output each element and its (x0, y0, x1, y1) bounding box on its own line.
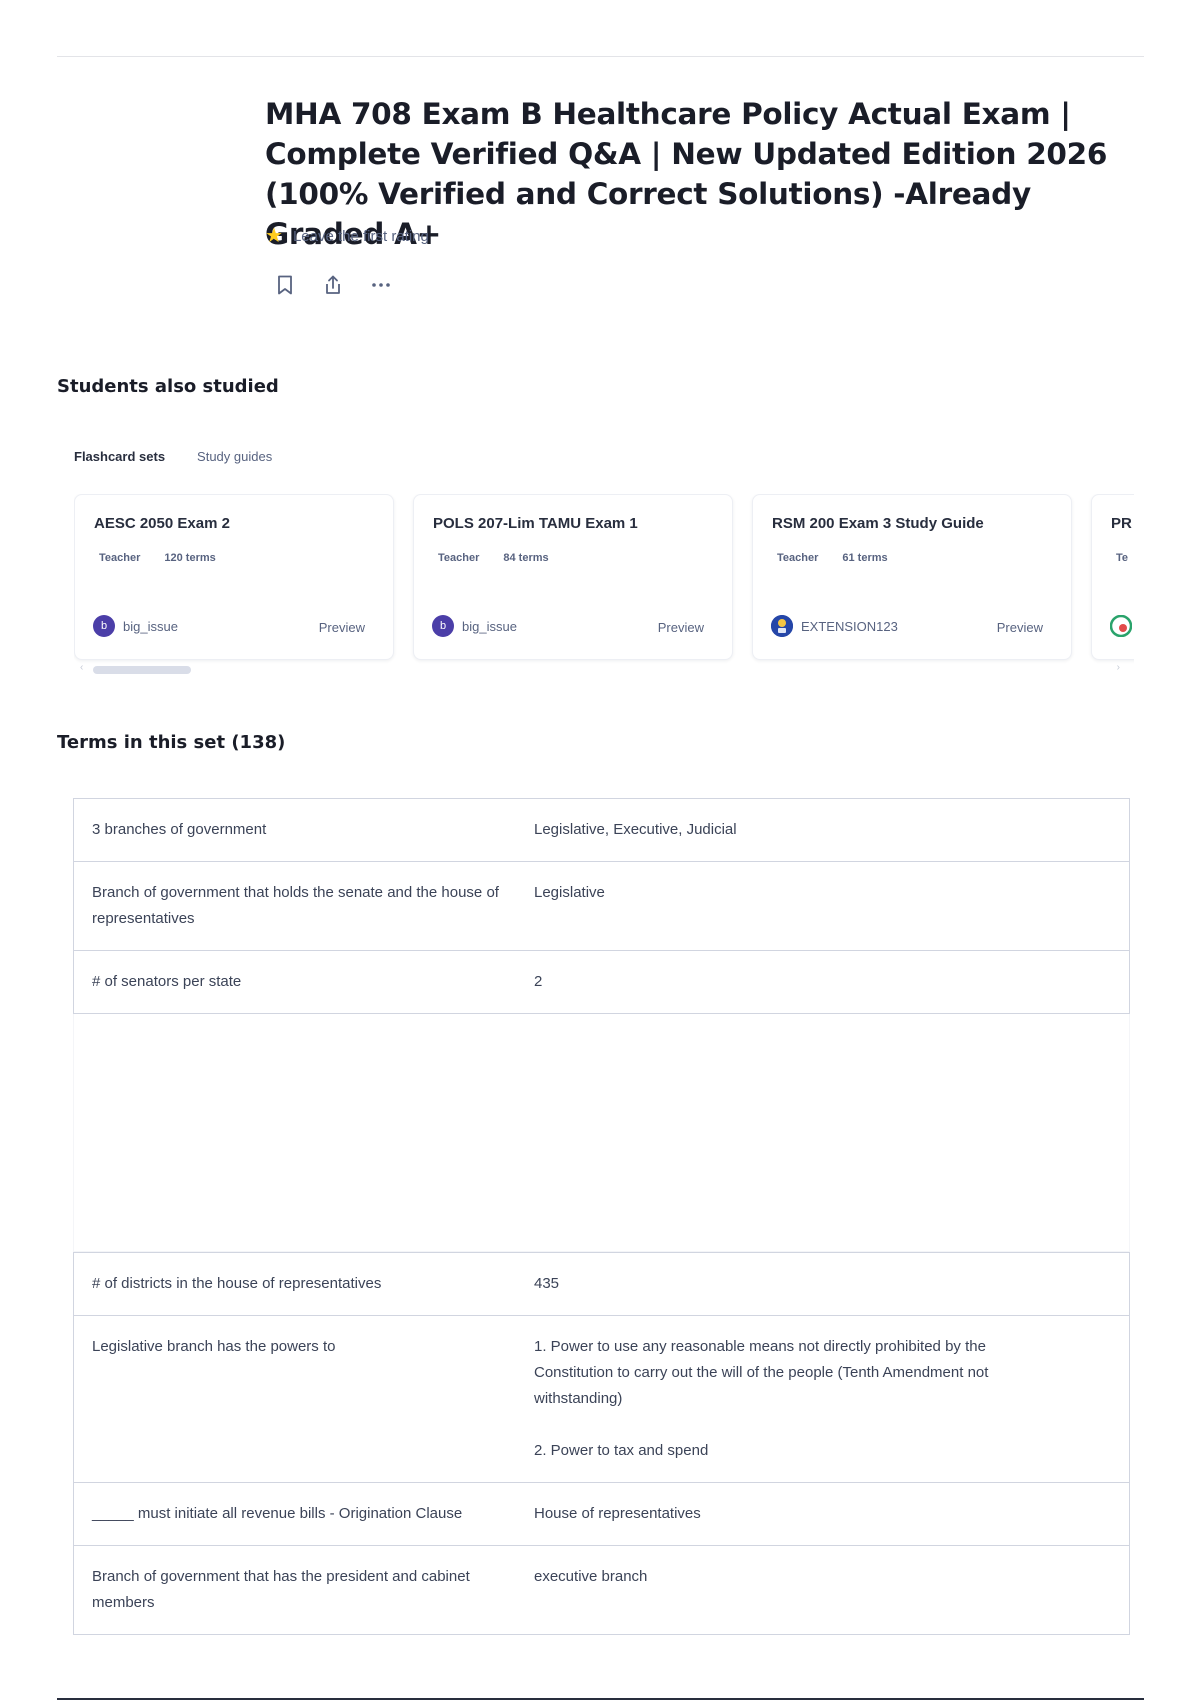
save-button[interactable] (272, 272, 298, 298)
term-row: _____ must initiate all revenue bills - … (73, 1483, 1130, 1546)
card-term-count: 84 terms (503, 552, 549, 564)
related-set-card[interactable]: POLS 207-Lim TAMU Exam 1 Teacher 84 term… (413, 494, 733, 660)
set-actions (272, 272, 394, 298)
card-title: POLS 207-Lim TAMU Exam 1 (433, 515, 638, 532)
card-author: b big_issue (432, 615, 517, 637)
definition-text: 2 (534, 973, 543, 990)
definition-text: executive branch (534, 1568, 648, 1585)
terms-list: 3 branches of government Legislative, Ex… (73, 798, 1130, 1635)
card-meta: Teacher 84 terms (438, 552, 549, 564)
author-name: EXTENSION123 (801, 618, 898, 634)
terms-heading: Terms in this set (138) (57, 732, 286, 753)
chevron-right-icon[interactable]: › (1117, 662, 1120, 673)
card-meta: Teacher 61 terms (777, 552, 888, 564)
term-text: 3 branches of government (92, 821, 267, 838)
term-text: Legislative branch has the powers to (92, 1338, 336, 1355)
more-icon (372, 283, 390, 287)
card-title: AESC 2050 Exam 2 (94, 515, 230, 532)
top-divider (57, 56, 1144, 57)
chevron-left-icon[interactable]: ‹ (80, 662, 83, 673)
avatar: b (93, 615, 115, 637)
definition-text: 1. Power to use any reasonable means not… (534, 1338, 989, 1459)
tab-flashcard-sets[interactable]: Flashcard sets (74, 449, 165, 464)
avatar-emblem-icon (771, 615, 793, 637)
carousel-scrollbar[interactable]: ‹ › (80, 662, 1120, 674)
more-options-button[interactable] (368, 272, 394, 298)
students-also-studied-heading: Students also studied (57, 376, 279, 397)
tab-study-guides[interactable]: Study guides (197, 449, 272, 464)
term-row: 3 branches of government Legislative, Ex… (73, 798, 1130, 862)
preview-button[interactable]: Preview (319, 620, 365, 635)
card-role: Teacher (438, 552, 480, 564)
bookmark-icon (278, 275, 292, 295)
scrollbar-thumb[interactable] (93, 666, 191, 674)
card-meta: Teacher 120 terms (99, 552, 216, 564)
card-title: PR (1111, 515, 1132, 532)
term-text: Branch of government that has the presid… (92, 1568, 470, 1611)
ad-placeholder (73, 1014, 1130, 1252)
avatar-emblem-icon (1110, 615, 1132, 637)
related-set-card[interactable]: AESC 2050 Exam 2 Teacher 120 terms b big… (74, 494, 394, 660)
rating-text[interactable]: Leave the first rating (293, 228, 429, 245)
avatar: b (432, 615, 454, 637)
star-icon: ★ (265, 225, 283, 247)
study-tabs: Flashcard sets Study guides (74, 449, 272, 464)
term-text: Branch of government that holds the sena… (92, 884, 499, 927)
definition-text: 435 (534, 1275, 560, 1292)
card-author: EXTENSION123 (771, 615, 898, 637)
term-text: # of districts in the house of represent… (92, 1275, 382, 1292)
share-icon (326, 275, 340, 294)
card-author: b big_issue (93, 615, 178, 637)
preview-button[interactable]: Preview (997, 620, 1043, 635)
card-author (1110, 615, 1132, 637)
card-meta: Te (1116, 552, 1128, 564)
term-row: # of senators per state 2 (73, 951, 1130, 1014)
preview-button[interactable]: Preview (658, 620, 704, 635)
term-row: Legislative branch has the powers to 1. … (73, 1316, 1130, 1483)
card-role: Te (1116, 552, 1129, 564)
definition-text: Legislative (534, 884, 605, 901)
term-text: # of senators per state (92, 973, 242, 990)
term-row: Branch of government that has the presid… (73, 1546, 1130, 1635)
card-role: Teacher (99, 552, 141, 564)
avatar (771, 615, 793, 637)
definition-text: House of representatives (534, 1505, 701, 1522)
definition-text: Legislative, Executive, Judicial (534, 821, 737, 838)
card-term-count: 120 terms (164, 552, 216, 564)
share-button[interactable] (320, 272, 346, 298)
card-term-count: 61 terms (842, 552, 888, 564)
card-role: Teacher (777, 552, 819, 564)
rating-prompt[interactable]: ★ Leave the first rating (265, 226, 429, 246)
author-name: big_issue (462, 618, 517, 634)
related-sets-carousel: AESC 2050 Exam 2 Teacher 120 terms b big… (74, 494, 1134, 664)
term-text: _____ must initiate all revenue bills - … (92, 1505, 463, 1522)
author-name: big_issue (123, 618, 178, 634)
card-title: RSM 200 Exam 3 Study Guide (772, 515, 984, 532)
term-row: Branch of government that holds the sena… (73, 862, 1130, 951)
term-row: # of districts in the house of represent… (73, 1252, 1130, 1316)
related-set-card[interactable]: PR Te (1091, 494, 1134, 660)
related-set-card[interactable]: RSM 200 Exam 3 Study Guide Teacher 61 te… (752, 494, 1072, 660)
avatar (1110, 615, 1132, 637)
